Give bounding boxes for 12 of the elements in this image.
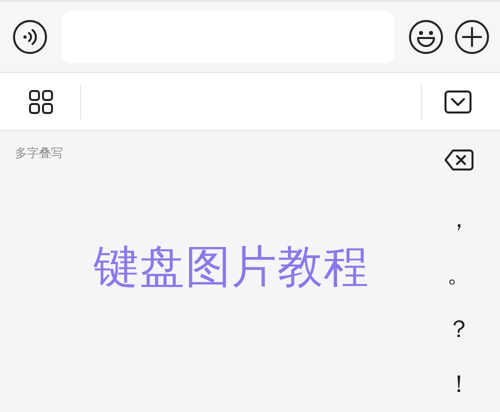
emoji-icon[interactable] [408, 19, 444, 55]
mode-label: 多字叠写 [15, 145, 63, 162]
voice-icon[interactable] [12, 19, 48, 55]
plus-icon[interactable] [454, 19, 490, 55]
punctuation-key[interactable]: 。 [434, 246, 484, 302]
grid-icon[interactable] [28, 88, 54, 114]
backspace-icon[interactable] [444, 149, 474, 171]
overlay-title: 键盘图片教程 [94, 239, 370, 295]
punctuation-key[interactable]: ！ [434, 356, 484, 412]
punctuation-key[interactable]: ？ [434, 302, 484, 357]
punctuation-key[interactable]: ， [434, 191, 484, 246]
keyboard-hide-icon[interactable] [444, 90, 472, 114]
